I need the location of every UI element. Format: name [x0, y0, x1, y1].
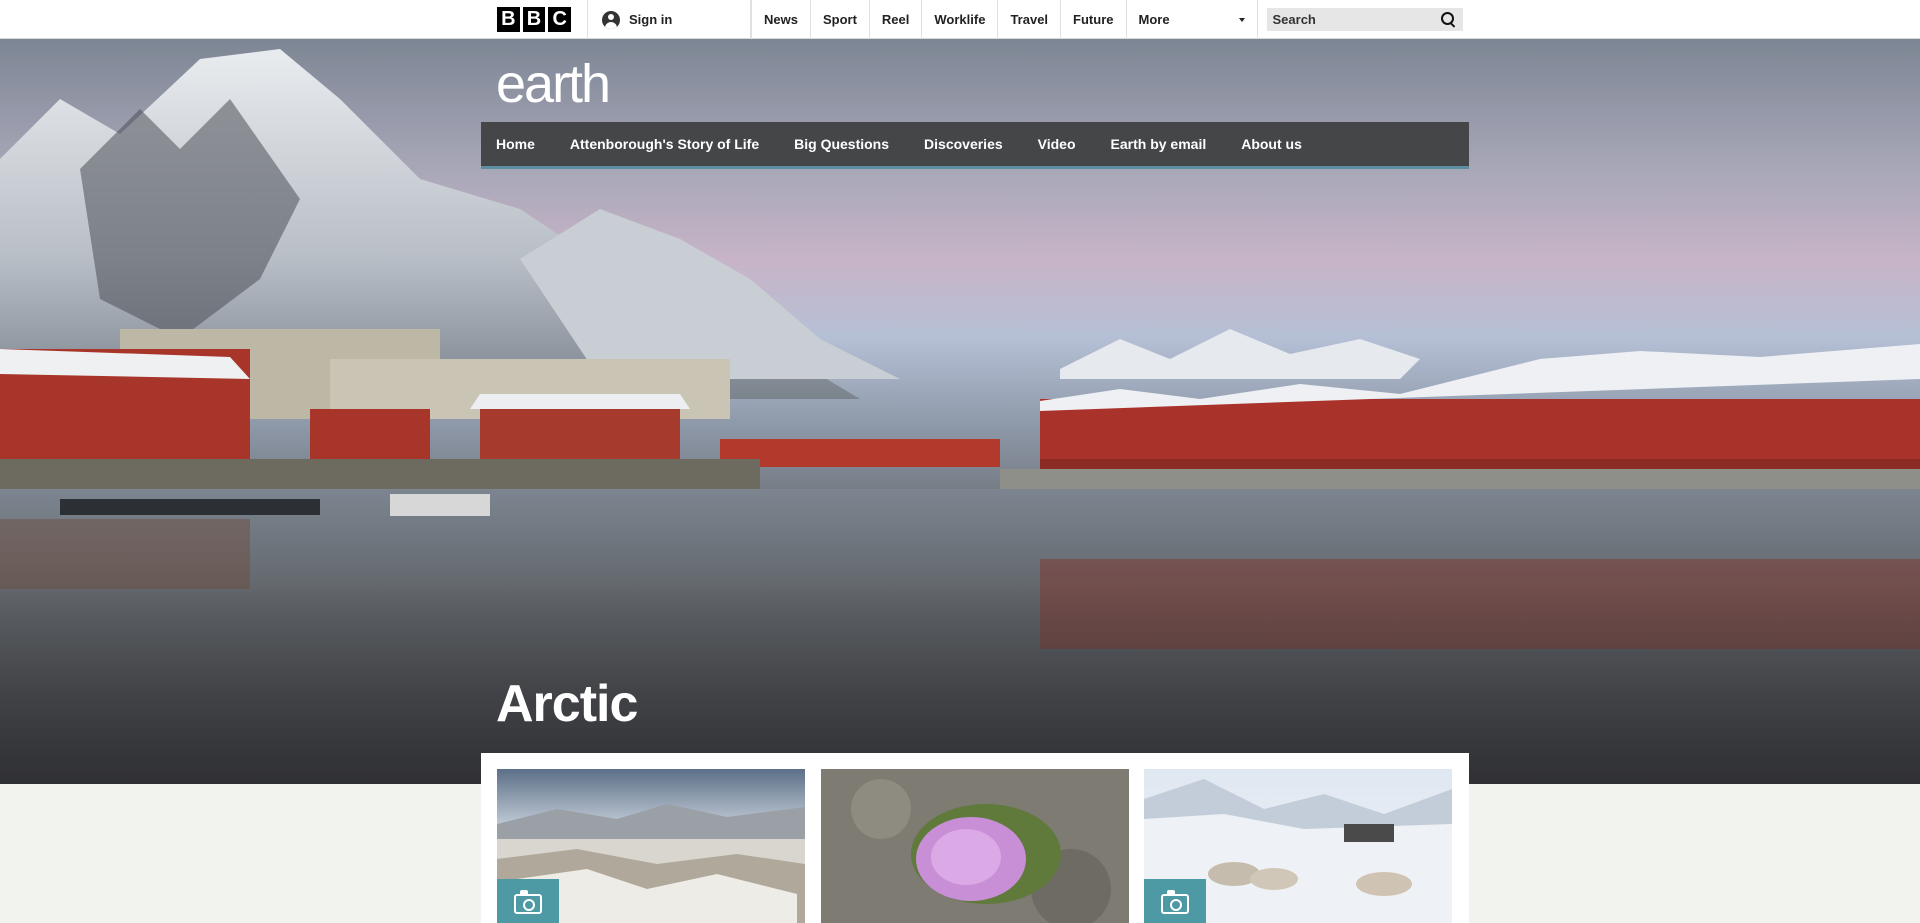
bbc-global-header: B B C Sign in News Sport Reel Worklife T…	[0, 0, 1920, 39]
section-nav-discoveries[interactable]: Discoveries	[924, 136, 1003, 152]
page-title: Arctic	[496, 675, 638, 733]
topnav-more-dropdown[interactable]: More	[1127, 0, 1258, 39]
user-account-icon	[602, 10, 620, 29]
topnav-item-worklife[interactable]: Worklife	[922, 0, 999, 39]
article-card-sled-dogs[interactable]	[1144, 769, 1452, 923]
article-card-arctic-landscape[interactable]	[497, 769, 805, 923]
gallery-badge	[497, 879, 559, 923]
bbc-earth-logo[interactable]: earth	[496, 57, 611, 111]
topnav-item-news[interactable]: News	[751, 0, 811, 39]
section-nav-story-of-life[interactable]: Attenborough's Story of Life	[570, 136, 759, 152]
earth-section-nav: Home Attenborough's Story of Life Big Qu…	[481, 122, 1469, 169]
sign-in-link[interactable]: Sign in	[588, 0, 751, 39]
hero-banner: earth Home Attenborough's Story of Life …	[0, 39, 1920, 784]
section-nav-earth-by-email[interactable]: Earth by email	[1111, 136, 1207, 152]
bbc-logo-letter: B	[522, 7, 546, 32]
section-nav-about-us[interactable]: About us	[1241, 136, 1302, 152]
sign-in-label: Sign in	[629, 12, 673, 27]
topnav-item-sport[interactable]: Sport	[811, 0, 870, 39]
topnav-item-reel[interactable]: Reel	[870, 0, 923, 39]
search-box	[1266, 8, 1463, 31]
camera-icon	[1161, 890, 1189, 914]
bbc-logo-letter: C	[548, 7, 572, 32]
bbc-top-nav: News Sport Reel Worklife Travel Future M…	[751, 0, 1258, 39]
search-icon[interactable]	[1440, 11, 1457, 28]
section-nav-big-questions[interactable]: Big Questions	[794, 136, 889, 152]
topnav-more-label: More	[1138, 12, 1170, 27]
topnav-item-travel[interactable]: Travel	[998, 0, 1062, 39]
chevron-down-icon	[1238, 17, 1245, 22]
search-input[interactable]	[1272, 12, 1423, 27]
camera-icon	[514, 890, 542, 914]
article-card-arctic-flower[interactable]	[821, 769, 1129, 923]
topnav-item-future[interactable]: Future	[1061, 0, 1127, 39]
section-nav-video[interactable]: Video	[1038, 136, 1076, 152]
pink-flower-cushion-image	[821, 769, 1129, 923]
gallery-badge	[1144, 879, 1206, 923]
bbc-logo[interactable]: B B C	[481, 0, 588, 39]
search-container	[1258, 0, 1463, 39]
section-nav-home[interactable]: Home	[496, 136, 535, 152]
bbc-global-header-inner: B B C Sign in News Sport Reel Worklife T…	[481, 0, 1469, 39]
bbc-logo-letter: B	[497, 7, 520, 32]
